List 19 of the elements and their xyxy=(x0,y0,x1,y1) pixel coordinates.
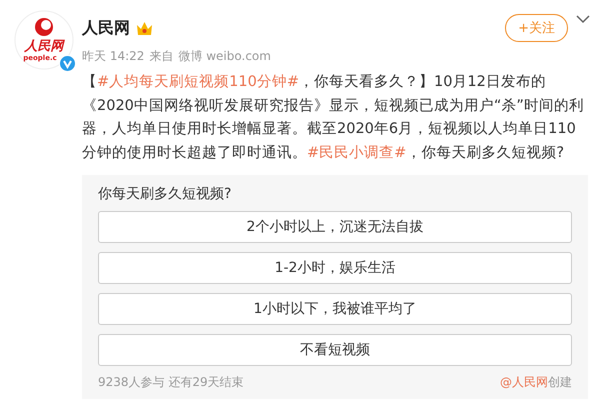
verified-icon xyxy=(59,55,76,72)
creator-link[interactable]: @人民网 xyxy=(500,375,548,389)
crown-icon xyxy=(136,20,153,36)
poll-option[interactable]: 2个小时以上，沉迷无法自拔 xyxy=(98,211,572,243)
topic-link[interactable]: #民民小调查# xyxy=(307,144,406,160)
post-time[interactable]: 昨天 14:22 xyxy=(82,48,144,65)
source-label: 来自 xyxy=(149,48,174,65)
topic-link[interactable]: #人均每天刷短视频110分钟# xyxy=(97,74,299,90)
poll-option[interactable]: 不看短视频 xyxy=(98,334,572,366)
source-link[interactable]: 微博 weibo.com xyxy=(178,48,271,65)
follow-button[interactable]: +关注 xyxy=(505,14,568,42)
author-name[interactable]: 人民网 xyxy=(82,18,130,38)
chevron-down-icon[interactable] xyxy=(576,14,590,24)
poll-stats: 9238人参与 还有29天结束 xyxy=(98,374,244,391)
poll-option[interactable]: 1小时以下，我被谁平均了 xyxy=(98,293,572,325)
created-label: 创建 xyxy=(548,375,572,389)
poll-option[interactable]: 1-2小时，娱乐生活 xyxy=(98,252,572,284)
post-text: 【#人均每天刷短视频110分钟#，你每天看多久？】10月12日发布的《2020中国网络视听发展研究报告》显示，短视频已成为用户“杀”时间的利器，人均单日使用时长增幅显著。截至2020年6月，短视频以人均单日110分钟的使用时长超越了即时通讯。#民民小调查#，你每天刷多久短视频? xyxy=(82,73,585,162)
poll-question: 你每天刷多久短视频? xyxy=(98,185,232,203)
